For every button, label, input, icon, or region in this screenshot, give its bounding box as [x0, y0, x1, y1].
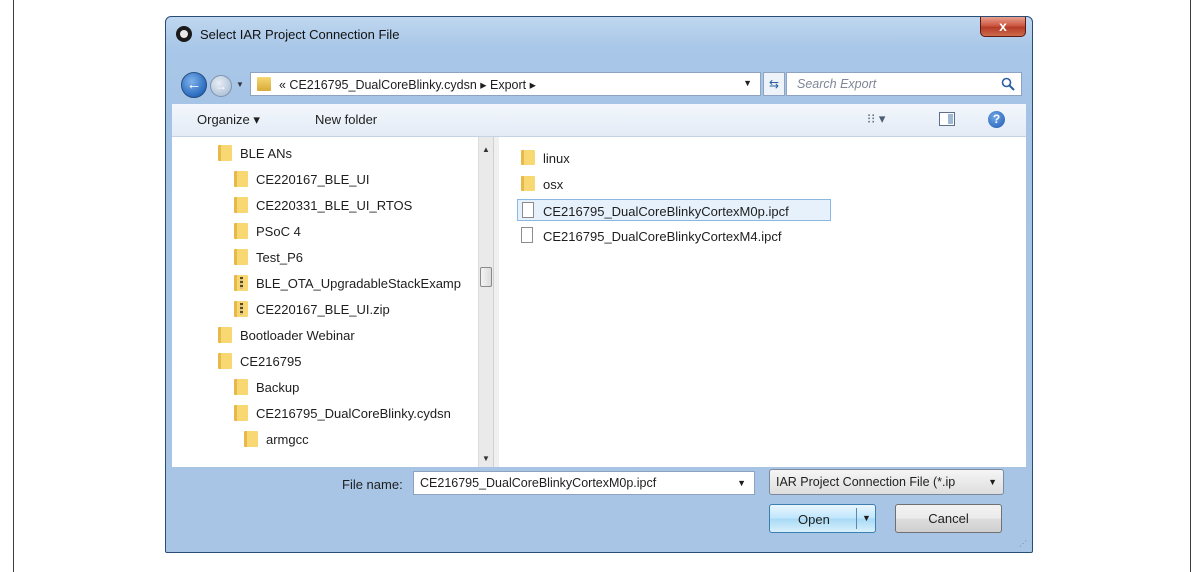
list-item-selected[interactable]: CE216795_DualCoreBlinkyCortexM0p.ipcf — [517, 199, 831, 221]
file-dialog: Select IAR Project Connection File x ← →… — [165, 16, 1033, 553]
search-placeholder: Search Export — [797, 77, 877, 91]
search-icon[interactable] — [1001, 77, 1015, 91]
tree-item-label: CE216795_DualCoreBlinky.cydsn — [256, 406, 451, 421]
scroll-up-icon[interactable]: ▲ — [482, 145, 490, 154]
help-icon[interactable]: ? — [988, 111, 1005, 128]
zip-folder-icon — [234, 301, 248, 317]
vertical-scrollbar[interactable]: ▲ ▼ — [478, 137, 493, 467]
preview-pane-icon[interactable] — [939, 112, 955, 126]
open-button[interactable]: Open ▼ — [769, 504, 876, 533]
tree-item-label: Bootloader Webinar — [240, 328, 355, 343]
breadcrumb[interactable]: « CE216795_DualCoreBlinky.cydsn ▸ Export… — [279, 77, 536, 92]
address-bar[interactable]: « CE216795_DualCoreBlinky.cydsn ▸ Export… — [250, 72, 761, 96]
search-input[interactable]: Search Export — [786, 72, 1022, 96]
window-title: Select IAR Project Connection File — [200, 27, 400, 42]
file-icon — [522, 202, 534, 218]
close-button[interactable]: x — [980, 17, 1026, 37]
list-item-label: linux — [543, 151, 570, 166]
tree-item-label: CE220331_BLE_UI_RTOS — [256, 198, 413, 213]
file-list: linux osx CE216795_DualCoreBlinkyCortexM… — [499, 137, 1026, 467]
tree-item-label: CE220167_BLE_UI.zip — [256, 302, 390, 317]
new-folder-button[interactable]: New folder — [315, 112, 377, 127]
folder-icon — [234, 249, 248, 265]
tree-item-label: CE216795 — [240, 354, 302, 369]
chevron-down-icon[interactable]: ▼ — [737, 478, 746, 488]
file-type-value: IAR Project Connection File (*.ip — [776, 475, 956, 489]
file-icon — [521, 227, 533, 243]
folder-icon — [234, 379, 248, 395]
tree-item-label: armgcc — [266, 432, 309, 447]
organize-menu[interactable]: Organize ▾ — [197, 112, 260, 128]
scrollbar-thumb[interactable] — [480, 267, 492, 287]
open-button-label: Open — [798, 512, 830, 527]
folder-icon — [521, 176, 535, 191]
list-item-label: CE216795_DualCoreBlinkyCortexM0p.ipcf — [543, 204, 789, 219]
folder-icon — [234, 171, 248, 187]
file-name-value: CE216795_DualCoreBlinkyCortexM0p.ipcf — [420, 476, 657, 490]
file-name-field[interactable]: CE216795_DualCoreBlinkyCortexM0p.ipcf ▼ — [413, 471, 755, 495]
tree-item-label: Test_P6 — [256, 250, 303, 265]
tree-item-label: BLE ANs — [240, 146, 293, 161]
folder-icon — [244, 431, 258, 447]
forward-arrow-icon[interactable]: → — [210, 75, 232, 97]
file-type-select[interactable]: IAR Project Connection File (*.ip ▼ — [769, 469, 1004, 495]
list-item-label: CE216795_DualCoreBlinkyCortexM4.ipcf — [543, 229, 782, 244]
tree-item-label: BLE_OTA_UpgradableStackExamp — [256, 276, 461, 291]
recent-pages-dropdown-icon[interactable]: ▼ — [236, 78, 246, 92]
cancel-button[interactable]: Cancel — [895, 504, 1002, 533]
app-eye-icon — [176, 26, 192, 42]
views-menu-icon[interactable]: ⁝⁝ ▾ — [867, 111, 885, 127]
file-name-label: File name: — [342, 477, 403, 492]
tree-item-label: CE220167_BLE_UI — [256, 172, 370, 187]
back-arrow-icon[interactable]: ← — [181, 72, 207, 98]
chevron-down-icon[interactable]: ▼ — [988, 477, 997, 487]
list-item-label: osx — [543, 177, 564, 192]
resize-grip-icon[interactable]: ⋰ — [1019, 539, 1029, 549]
tree-item-label: Backup — [256, 380, 300, 395]
tree-item-label: PSoC 4 — [256, 224, 301, 239]
navigation-pane: BLE ANs CE220167_BLE_UI CE220331_BLE_UI_… — [172, 137, 493, 467]
split-divider — [856, 508, 857, 529]
zip-folder-icon — [234, 275, 248, 291]
folder-icon — [218, 327, 232, 343]
chevron-down-icon[interactable]: ▼ — [862, 513, 871, 523]
folder-icon — [521, 150, 535, 165]
folder-icon — [234, 405, 248, 421]
title-bar: Select IAR Project Connection File x — [166, 17, 1032, 49]
folder-icon — [218, 353, 232, 369]
folder-icon — [234, 223, 248, 239]
refresh-button[interactable]: ⇆ — [763, 72, 785, 96]
scroll-down-icon[interactable]: ▼ — [482, 454, 490, 463]
folder-icon — [218, 145, 232, 161]
toolbar: Organize ▾ New folder ⁝⁝ ▾ ? — [172, 104, 1026, 137]
folder-icon — [257, 77, 271, 91]
folder-icon — [234, 197, 248, 213]
chevron-down-icon[interactable]: ▼ — [743, 78, 752, 88]
